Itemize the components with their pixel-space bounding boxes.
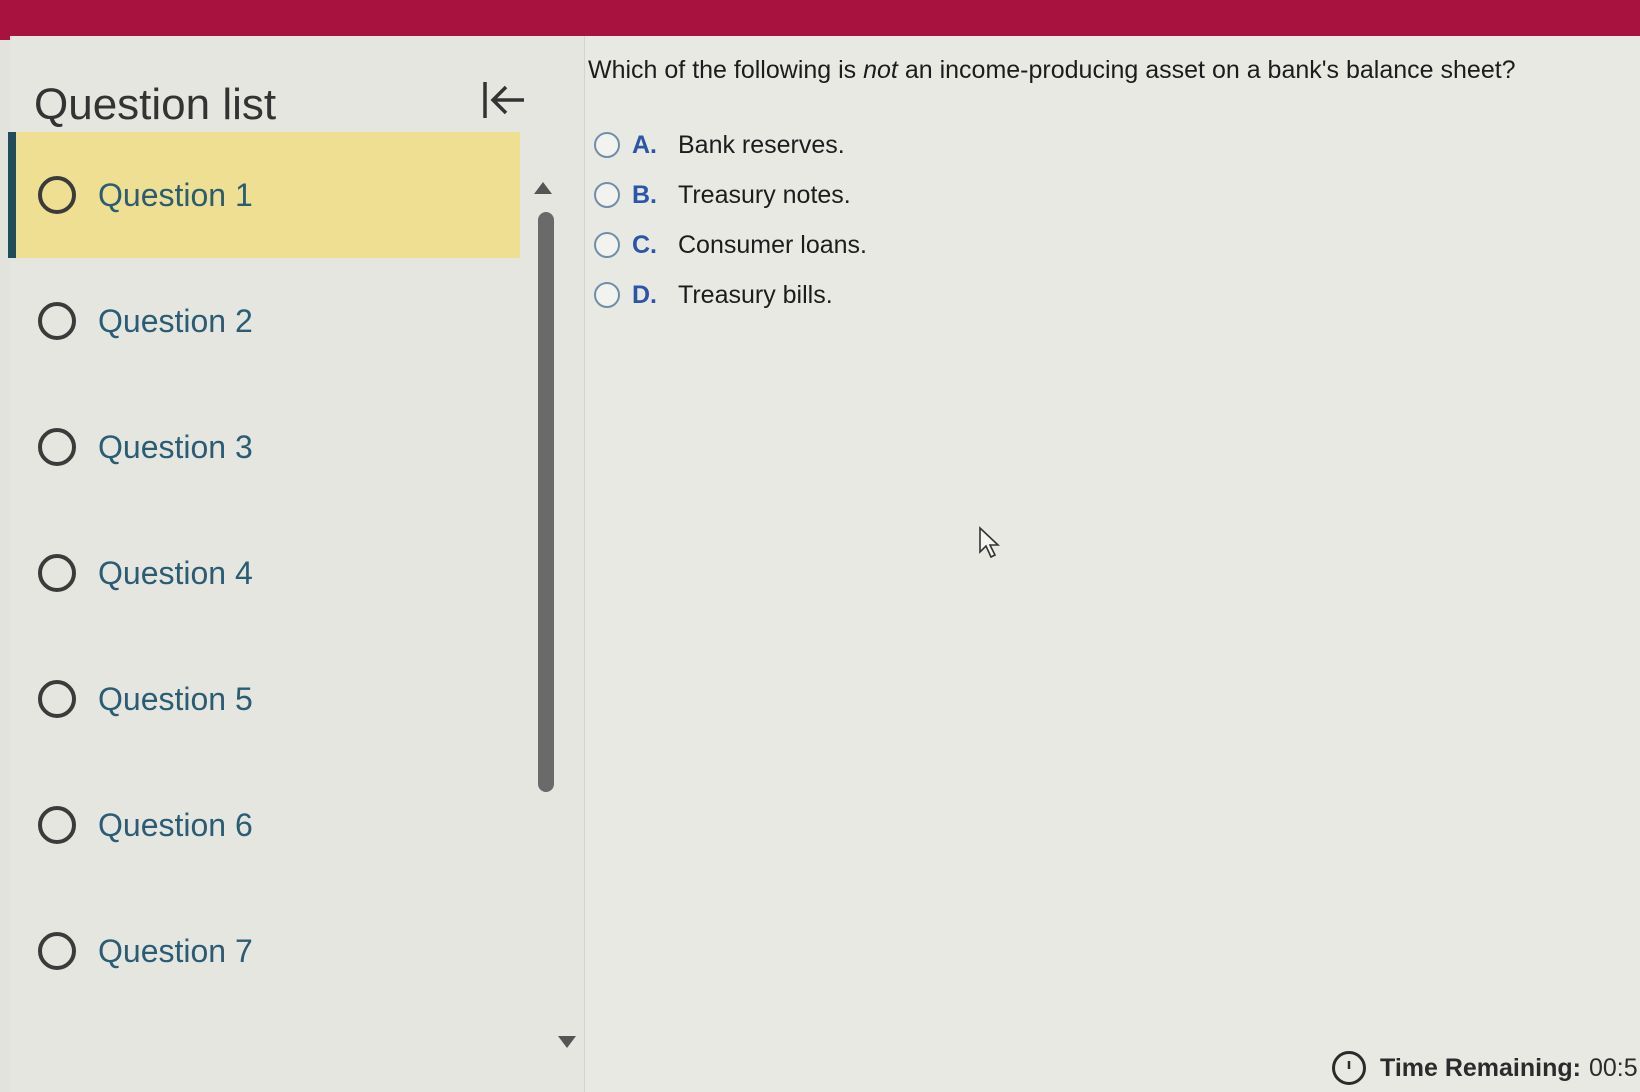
unanswered-circle-icon [38,680,76,718]
answer-option-c[interactable]: C. Consumer loans. [594,220,867,270]
question-item-7[interactable]: Question 7 [8,888,520,1014]
unanswered-circle-icon [38,554,76,592]
question-item-label: Question 5 [98,680,253,717]
sidebar-title: Question list [34,80,277,129]
option-text: Treasury notes. [678,180,851,209]
answer-option-b[interactable]: B. Treasury notes. [594,170,867,220]
unanswered-circle-icon [38,932,76,970]
unanswered-circle-icon [38,806,76,844]
question-text-emphasis: not [863,56,898,84]
question-item-3[interactable]: Question 3 [8,384,520,510]
clock-icon [1332,1051,1366,1085]
option-text: Treasury bills. [678,280,833,309]
unanswered-circle-icon [38,302,76,340]
option-letter: A. [632,130,657,159]
question-text-start: Which of the following is [588,56,864,84]
radio-button-icon[interactable] [594,182,620,208]
question-text-end: an income-producing asset on a bank's ba… [897,56,1516,84]
collapse-sidebar-button[interactable] [476,72,532,128]
question-item-5[interactable]: Question 5 [8,636,520,762]
timer-label: Time Remaining: [1380,1053,1581,1082]
question-item-label: Question 7 [98,932,253,969]
question-item-4[interactable]: Question 4 [8,510,520,636]
question-item-2[interactable]: Question 2 [8,258,520,384]
scrollbar-thumb[interactable] [538,212,554,792]
answer-options: A. Bank reserves. B. Treasury notes. C. … [594,120,867,320]
scroll-down-arrow-icon[interactable] [558,1036,576,1048]
top-brand-bar [0,0,1640,40]
time-remaining: Time Remaining: 00:5 [1332,1048,1638,1088]
question-item-label: Question 3 [98,428,253,465]
radio-button-icon[interactable] [594,282,620,308]
question-item-1[interactable]: Question 1 [8,132,520,258]
question-item-label: Question 1 [98,176,253,213]
question-item-label: Question 6 [98,806,253,843]
radio-button-icon[interactable] [594,232,620,258]
option-text: Bank reserves. [678,130,845,159]
answer-option-a[interactable]: A. Bank reserves. [594,120,867,170]
radio-button-icon[interactable] [594,132,620,158]
mouse-pointer-icon [978,526,1002,565]
question-item-label: Question 2 [98,302,253,339]
option-letter: D. [632,280,657,309]
scroll-up-arrow-icon[interactable] [534,182,552,194]
option-text: Consumer loans. [678,230,867,259]
option-letter: B. [632,180,657,209]
timer-value: 00:5 [1588,1053,1638,1082]
question-list: Question 1 Question 2 Question 3 Questio… [8,132,520,1014]
question-item-6[interactable]: Question 6 [8,762,520,888]
question-item-label: Question 4 [98,554,253,591]
unanswered-circle-icon [38,176,76,214]
question-prompt: Which of the following is not an income-… [588,56,1628,85]
collapse-left-icon [483,82,524,118]
answer-option-d[interactable]: D. Treasury bills. [594,270,867,320]
unanswered-circle-icon [38,428,76,466]
option-letter: C. [632,230,657,259]
